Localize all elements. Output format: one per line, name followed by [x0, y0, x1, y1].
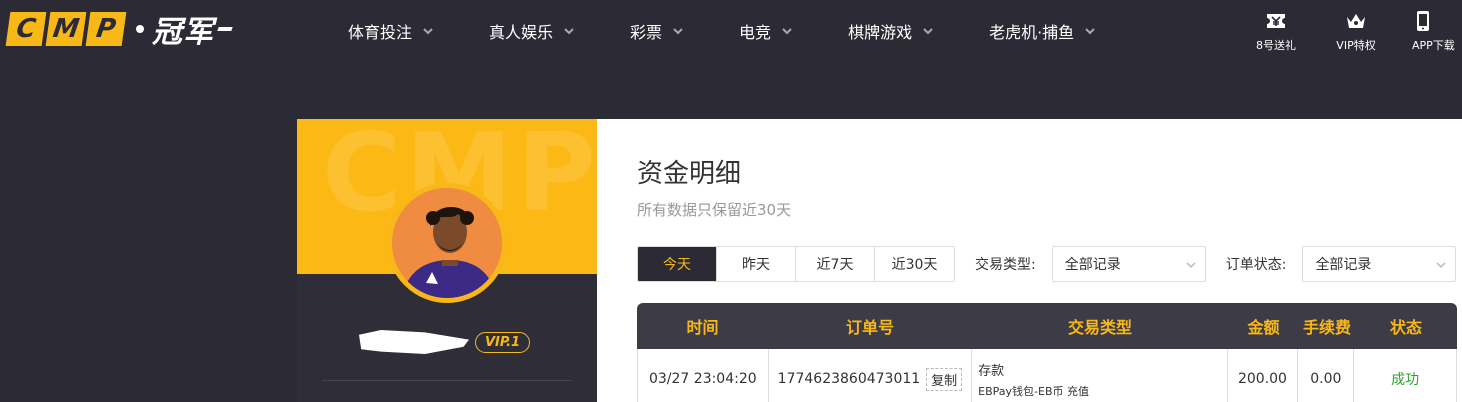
nav-label: 彩票 [630, 23, 663, 42]
user-info-row: VIP.1 [359, 327, 531, 357]
logo-letter-m: M [45, 12, 87, 46]
app-download-label: APP下载 [1412, 38, 1455, 52]
nav-item-live-casino[interactable]: 真人娱乐 [489, 19, 575, 43]
tab-last-30-days[interactable]: 近30天 [875, 247, 954, 281]
nav-item-slots-fishing[interactable]: 老虎机·捕鱼 [989, 19, 1096, 43]
type-main: 存款 [978, 363, 1005, 379]
avatar-image [392, 188, 502, 298]
nav-label: 体育投注 [348, 23, 413, 42]
cell-fee: 0.00 [1298, 349, 1355, 402]
crown-icon [1347, 13, 1365, 28]
chevron-down-icon [564, 28, 574, 35]
top-header: C M P 冠军 体育投注 真人娱乐 彩票 电竞 棋牌游戏 老虎机·捕鱼 8号送… [0, 0, 1462, 62]
fund-details-panel: 资金明细 所有数据只保留近30天 今天 昨天 近7天 近30天 交易类型: 全部… [597, 119, 1462, 402]
chevron-down-icon [782, 28, 792, 35]
cell-amount: 200.00 [1228, 349, 1299, 402]
gift-button[interactable]: 8号送礼 [1236, 0, 1316, 62]
username-redacted [359, 330, 469, 354]
column-header-status: 状态 [1389, 318, 1422, 337]
page-subtitle: 所有数据只保留近30天 [637, 201, 792, 219]
cell-order-no: 1774623860473011 复制 [769, 349, 973, 402]
avatar[interactable] [387, 183, 507, 303]
order-status-select[interactable]: 全部记录 [1302, 246, 1457, 282]
order-number: 1774623860473011 [777, 371, 921, 387]
column-header-amount: 金额 [1247, 318, 1280, 337]
chevron-down-icon [423, 28, 433, 35]
logo-letter-c: C [5, 12, 47, 46]
table-header: 时间 订单号 交易类型 金额 手续费 状态 [637, 303, 1457, 349]
vip-privilege-label: VIP特权 [1336, 38, 1376, 52]
chevron-down-icon [1085, 28, 1095, 35]
tab-last-7-days[interactable]: 近7天 [796, 247, 875, 281]
order-status-label: 订单状态: [1225, 257, 1287, 273]
date-range-tabs: 今天 昨天 近7天 近30天 [637, 246, 955, 282]
phone-icon [1417, 10, 1429, 31]
logo-cn-text: 冠军 [152, 15, 214, 50]
nav-item-sports[interactable]: 体育投注 [348, 19, 434, 43]
table-row: 03/27 23:04:20 1774623860473011 复制 存款 EB… [637, 349, 1457, 402]
cell-time: 03/27 23:04:20 [638, 349, 769, 402]
filter-bar: 今天 昨天 近7天 近30天 交易类型: 全部记录 订单状态: 全部记录 [637, 246, 1457, 282]
column-header-time: 时间 [686, 318, 719, 337]
transaction-type-select[interactable]: 全部记录 [1051, 246, 1206, 282]
player-portrait-icon [392, 188, 502, 298]
logo[interactable]: C M P 冠军 [5, 12, 233, 50]
copy-button[interactable]: 复制 [926, 367, 963, 391]
nav-item-lottery[interactable]: 彩票 [630, 19, 684, 43]
nav-label: 真人娱乐 [489, 23, 554, 42]
nav-label: 电竞 [739, 23, 772, 42]
sidebar-divider [322, 380, 572, 381]
nav-item-board-games[interactable]: 棋牌游戏 [848, 19, 934, 43]
app-download-button[interactable]: APP下载 [1396, 0, 1462, 62]
logo-letter-p: P [85, 12, 127, 46]
nav-label: 老虎机·捕鱼 [989, 23, 1075, 42]
logo-tail [217, 27, 233, 31]
type-detail: EBPay钱包-EB币 充值 [978, 384, 1090, 398]
transaction-type-value: 全部记录 [1064, 257, 1121, 273]
column-header-type: 交易类型 [1067, 318, 1132, 337]
nav-item-esports[interactable]: 电竞 [739, 19, 793, 43]
column-header-order-no: 订单号 [845, 318, 894, 337]
status-badge: 成功 [1391, 372, 1420, 388]
nav-label: 棋牌游戏 [848, 23, 913, 42]
logo-letters: C M P [5, 12, 127, 46]
header-right: 8号送礼 VIP特权 APP下载 [1236, 0, 1462, 62]
page-title: 资金明细 [637, 159, 742, 189]
tab-yesterday[interactable]: 昨天 [717, 247, 796, 281]
vip-level-badge: VIP.1 [475, 331, 531, 353]
account-sidebar: CMP VIP.1 [297, 119, 597, 402]
chevron-down-icon [1436, 262, 1446, 269]
gift-ticket-icon [1267, 13, 1285, 28]
gift-label: 8号送礼 [1256, 38, 1296, 52]
main-nav: 体育投注 真人娱乐 彩票 电竞 棋牌游戏 老虎机·捕鱼 [348, 0, 1151, 62]
logo-dot [136, 25, 144, 33]
cell-type: 存款 EBPay钱包-EB币 充值 [972, 349, 1228, 402]
chevron-down-icon [673, 28, 683, 35]
transaction-type-label: 交易类型: [975, 257, 1036, 273]
column-header-fee: 手续费 [1302, 318, 1351, 337]
chevron-down-icon [923, 28, 933, 35]
chevron-down-icon [1186, 262, 1196, 269]
vip-privilege-button[interactable]: VIP特权 [1316, 0, 1396, 62]
tab-today[interactable]: 今天 [638, 247, 717, 281]
order-status-value: 全部记录 [1315, 257, 1372, 273]
transactions-table: 时间 订单号 交易类型 金额 手续费 状态 03/27 23:04:20 177… [637, 303, 1457, 402]
